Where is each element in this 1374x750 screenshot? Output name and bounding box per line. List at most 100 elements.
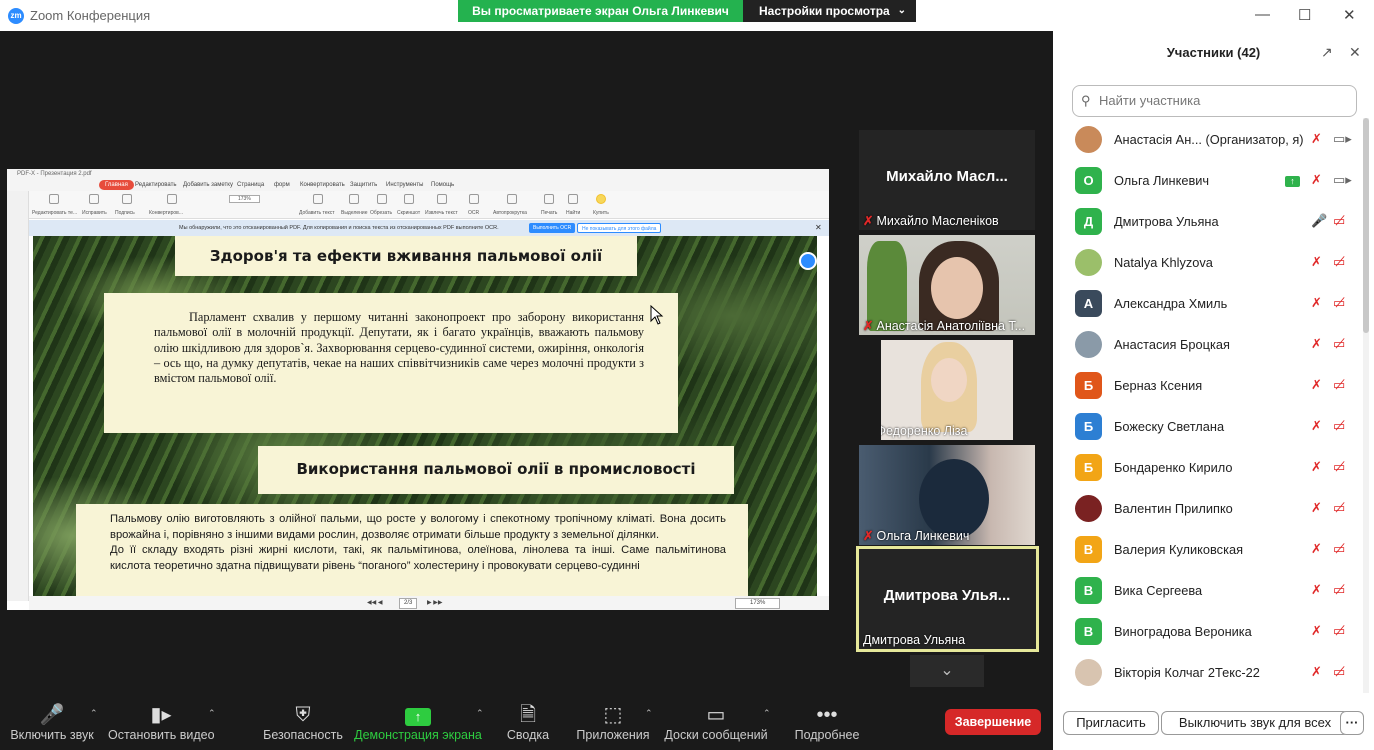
pdf-menu-item[interactable]: Защитить [350,179,377,191]
mute-all-button[interactable]: Выключить звук для всех [1161,711,1349,735]
camera-off-icon[interactable]: ▭̸ [1333,295,1345,311]
camera-off-icon[interactable]: ▭̸ [1333,582,1345,598]
close-panel-icon[interactable]: ✕ [1349,44,1361,61]
pdf-tool-label[interactable]: Добавить текст [299,210,335,216]
pdf-tool-label[interactable]: Найти [566,210,580,216]
participant-row[interactable]: Анастасия Броцкая ✗ ▭̸ [1053,324,1374,365]
pdf-tool-label[interactable]: Исправить [82,210,107,216]
page-nav-icon[interactable]: ◀◀ ◀ [367,596,383,610]
pdf-tool-label[interactable]: Подпись [115,210,135,216]
invite-button[interactable]: Пригласить [1063,711,1159,735]
summary-button[interactable]: 🗎 Сводка [500,690,556,750]
pdf-tool-label[interactable]: Скриншот [397,210,420,216]
camera-off-icon[interactable]: ▭̸ [1333,500,1345,516]
mic-muted-icon[interactable]: ✗ [1311,582,1322,598]
camera-off-icon[interactable]: ▭̸ [1333,459,1345,475]
shared-pdf-window[interactable]: PDF-X - Презентация 2.pdf Главная Редакт… [7,169,829,610]
participant-row[interactable]: Б Берназ Ксения ✗ ▭̸ [1053,365,1374,406]
camera-off-icon[interactable]: ▭̸ [1333,213,1345,229]
participant-row[interactable]: Анастасія Ан... (Организатор, я) ✗ ▭▸ [1053,119,1374,160]
mic-muted-icon[interactable]: ✗ [1311,541,1322,557]
whiteboards-button[interactable]: ▭ Доски сообщений [662,690,770,750]
camera-off-icon[interactable]: ▭̸ [1333,377,1345,393]
participant-row[interactable]: Б Бондаренко Кирило ✗ ▭̸ [1053,447,1374,488]
video-tile[interactable]: ✗Федоренко Ліза [881,340,1013,440]
mic-muted-icon[interactable]: ✗ [1311,172,1322,188]
camera-off-icon[interactable]: ▭̸ [1333,336,1345,352]
participants-scrollbar[interactable] [1363,118,1369,693]
camera-off-icon[interactable]: ▭̸ [1333,664,1345,680]
participant-row[interactable]: В Вика Сергеева ✗ ▭̸ [1053,570,1374,611]
participant-row[interactable]: О Ольга Линкевич ↑ ✗ ▭▸ [1053,160,1374,201]
camera-off-icon[interactable]: ▭̸ [1333,254,1345,270]
page-nav-icon[interactable]: ▶ ▶▶ [427,596,443,610]
video-tile[interactable]: ✗ Анастасія Анатоліївна Т... [859,235,1035,335]
pdf-tool-label[interactable]: Купить [593,210,609,216]
camera-off-icon[interactable]: ▭̸ [1333,418,1345,434]
participant-row[interactable]: Вікторія Колчаг 2Текс-22 ✗ ▭̸ [1053,652,1374,693]
camera-icon[interactable]: ▭▸ [1333,131,1352,147]
pdf-tool-label[interactable]: Автопрокрутка [493,210,527,216]
participant-row[interactable]: Б Божеску Светлана ✗ ▭̸ [1053,406,1374,447]
pdf-menu-item[interactable]: Редактировать [135,179,176,191]
more-options-button[interactable]: ··· [1340,711,1364,735]
pdf-tool-label[interactable]: Выделение [341,210,368,216]
mic-muted-icon[interactable]: ✗ [1311,623,1322,639]
share-screen-button[interactable]: ↑ Демонстрация экрана [354,690,482,750]
mic-muted-icon[interactable]: ✗ [1311,295,1322,311]
pdf-menu-item[interactable]: Добавить заметку [183,179,233,191]
participant-row[interactable]: А Александра Хмиль ✗ ▭̸ [1053,283,1374,324]
video-tile-active-speaker[interactable]: Дмитрова Улья... Дмитрова Ульяна [856,546,1039,652]
pdf-menu-item[interactable]: форм [274,179,290,191]
mic-muted-icon[interactable]: ✗ [1311,254,1322,270]
pdf-tool-label[interactable]: Извлечь текст [425,210,458,216]
participant-row[interactable]: Валентин Прилипко ✗ ▭̸ [1053,488,1374,529]
camera-off-icon[interactable]: ▭̸ [1333,623,1345,639]
pdf-menu-item[interactable]: Инструменты [386,179,423,191]
close-icon[interactable]: ✕ [815,220,822,236]
participant-row[interactable]: Natalya Khlyzova ✗ ▭̸ [1053,242,1374,283]
mic-muted-icon[interactable]: ✗ [1311,459,1322,475]
pdf-tool-label[interactable]: Обрезать [370,210,392,216]
pdf-menu-item[interactable]: Страница [237,179,264,191]
mic-muted-icon[interactable]: ✗ [1311,336,1322,352]
mic-muted-icon[interactable]: ✗ [1311,131,1322,147]
participant-row[interactable]: Д Дмитрова Ульяна 🎤 ▭̸ [1053,201,1374,242]
participant-row[interactable]: В Валерия Куликовская ✗ ▭̸ [1053,529,1374,570]
pdf-zoom-field[interactable]: 173% [229,195,260,203]
search-input[interactable]: ⚲ Найти участника [1072,85,1357,117]
end-meeting-button[interactable]: Завершение [945,709,1041,735]
gallery-scroll-down-icon[interactable]: ⌄ [910,655,984,687]
run-ocr-button[interactable]: Выполнить OCR [529,223,576,233]
mic-muted-icon[interactable]: ✗ [1311,418,1322,434]
pdf-tool-label[interactable]: OCR [468,210,479,216]
translate-icon[interactable] [799,252,817,270]
security-button[interactable]: ⛨ Безопасность [262,690,344,750]
zoom-field[interactable]: 173% [735,598,781,609]
whiteboard-icon: ▭ [706,704,726,726]
pdf-menu-item[interactable]: Главная [99,180,134,190]
popout-icon[interactable]: ↗ [1321,44,1333,61]
minimize-icon[interactable]: — [1255,6,1270,23]
pdf-tool-label[interactable]: Конвертиров... [149,210,183,216]
camera-off-icon[interactable]: ▭̸ [1333,541,1345,557]
mic-icon[interactable]: 🎤 [1311,213,1327,229]
pdf-tool-label[interactable]: Редактировать те... [32,210,77,216]
pdf-tool-label[interactable]: Печать [541,210,557,216]
mic-muted-icon[interactable]: ✗ [1311,664,1322,680]
view-settings-button[interactable]: Настройки просмотра ⌄ [743,0,916,22]
video-tile[interactable]: ✗ Ольга Линкевич [859,445,1035,545]
maximize-icon[interactable]: ☐ [1298,6,1311,24]
participant-row[interactable]: В Виноградова Вероника ✗ ▭̸ [1053,611,1374,652]
video-tile[interactable]: Михайло Масл... ✗ Михайло Масленіков [859,130,1035,230]
page-number-field[interactable]: 2/3 [399,598,418,609]
close-window-icon[interactable]: ✕ [1343,6,1356,24]
stop-video-button[interactable]: ▮▸ Остановить видео [108,690,215,750]
more-button[interactable]: ••• Подробнее [780,690,874,750]
hide-ocr-button[interactable]: Не показывать для этого файла [577,223,662,233]
mic-muted-icon[interactable]: ✗ [1311,500,1322,516]
mic-muted-icon[interactable]: ✗ [1311,377,1322,393]
camera-icon[interactable]: ▭▸ [1333,172,1352,188]
pdf-menu-item[interactable]: Конвертировать [300,179,345,191]
pdf-menu-item[interactable]: Помощь [431,179,454,191]
